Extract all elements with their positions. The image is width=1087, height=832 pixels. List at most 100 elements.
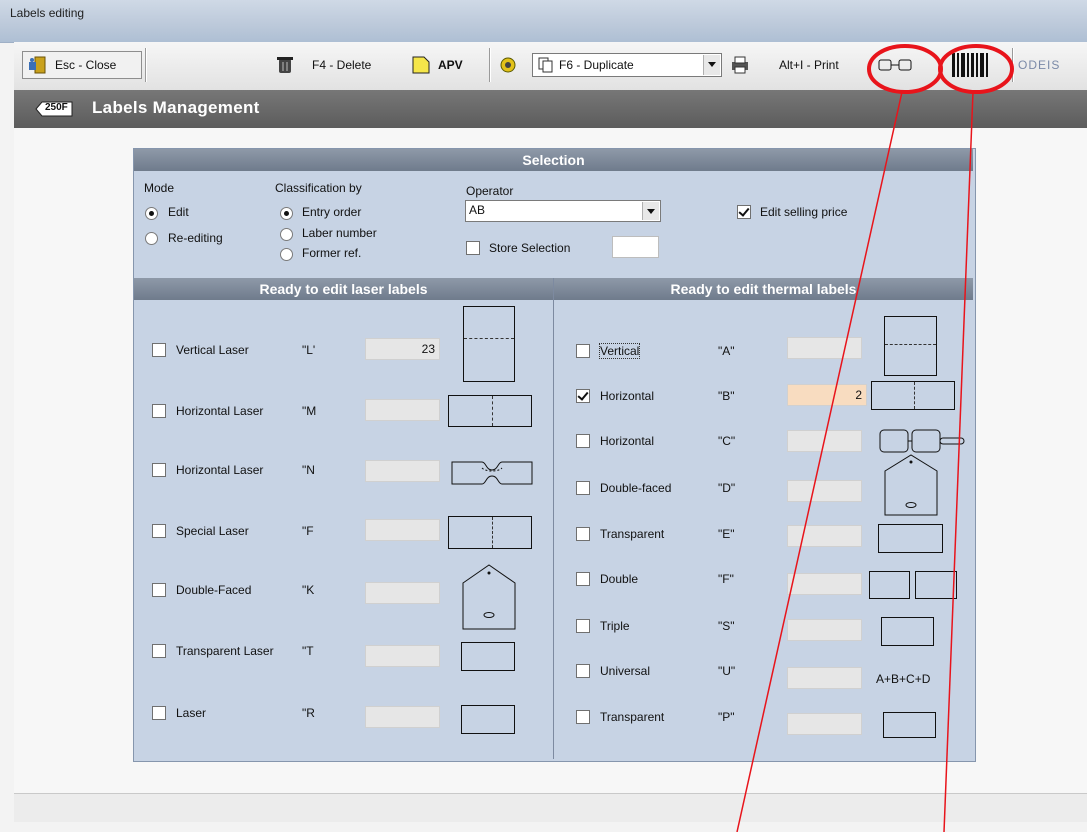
operator-value: AB — [469, 203, 486, 217]
barcode-button[interactable] — [950, 50, 992, 80]
laser-row-code: "F — [302, 524, 314, 538]
tools-button[interactable] — [498, 50, 518, 80]
mode-option-re-editing: Re-editing — [168, 231, 223, 245]
gear-box-icon — [498, 55, 518, 75]
thermal-checkbox[interactable] — [576, 619, 590, 633]
radio-re-editing[interactable] — [145, 232, 158, 245]
radio-former-ref[interactable] — [280, 248, 293, 261]
store-selection-checkbox[interactable] — [466, 241, 480, 255]
thermal-checkbox[interactable] — [576, 664, 590, 678]
duplicate-combo[interactable]: F6 - Duplicate — [532, 53, 722, 77]
laser-checkbox[interactable] — [152, 463, 166, 477]
jewelry-label-icon — [878, 58, 912, 72]
laser-qty-field[interactable] — [365, 460, 440, 482]
thermal-row-label: Horizontal — [600, 389, 655, 403]
laser-checkbox[interactable] — [152, 644, 166, 658]
laser-row-label: Horizontal Laser — [176, 404, 264, 418]
laser-row-code: "T — [302, 644, 314, 658]
edit-selling-price-checkbox[interactable] — [737, 205, 751, 219]
laser-row-label: Double-Faced — [176, 583, 252, 597]
laser-qty-field[interactable] — [365, 582, 440, 604]
thermal-qty-field[interactable] — [787, 619, 862, 641]
radio-laber-number[interactable] — [280, 228, 293, 241]
laser-qty-field[interactable]: 23 — [365, 338, 440, 360]
laser-qty-field[interactable] — [365, 519, 440, 541]
thermal-row-code: "U" — [718, 664, 736, 678]
thermal-row-code: "E" — [718, 527, 735, 541]
copy-icon — [538, 57, 554, 73]
thermal-row-code: "C" — [718, 434, 736, 448]
thermal-row-label: Double-faced — [600, 481, 672, 495]
delete-button[interactable]: F4 - Delete — [276, 50, 371, 80]
thermal-row-code: "S" — [718, 619, 735, 633]
transparent-label-shape — [461, 642, 515, 671]
store-selection-field[interactable] — [612, 236, 659, 258]
laser-qty-field[interactable] — [365, 399, 440, 421]
laser-row-label: Transparent Laser — [176, 644, 274, 658]
laser-checkbox[interactable] — [152, 583, 166, 597]
laser-row-code: "K — [302, 583, 315, 597]
laser-row-label: Vertical Laser — [176, 343, 249, 357]
thermal-row-code: "F" — [718, 572, 734, 586]
laser-checkbox[interactable] — [152, 404, 166, 418]
close-button-label: Esc - Close — [55, 58, 117, 72]
laser-checkbox[interactable] — [152, 343, 166, 357]
thermal-checkbox[interactable] — [576, 481, 590, 495]
thermal-checkbox[interactable] — [576, 710, 590, 724]
class-option-former-ref: Former ref. — [302, 246, 362, 260]
laser-section-header: Ready to edit laser labels — [134, 278, 553, 300]
rect-label-shape — [461, 705, 515, 734]
mode-label: Mode — [144, 181, 175, 195]
radio-edit[interactable] — [145, 207, 158, 220]
thermal-checkbox[interactable] — [576, 389, 590, 403]
operator-select[interactable]: AB — [465, 200, 661, 222]
thermal-qty-field[interactable] — [787, 573, 862, 595]
thermal-checkbox[interactable] — [576, 572, 590, 586]
trash-icon — [276, 55, 294, 75]
close-button[interactable]: Esc - Close — [22, 51, 142, 79]
laser-qty-field[interactable] — [365, 706, 440, 728]
barcode-icon — [950, 51, 992, 79]
laser-checkbox[interactable] — [152, 706, 166, 720]
thermal-checkbox[interactable] — [576, 434, 590, 448]
laser-checkbox[interactable] — [152, 524, 166, 538]
thermal-qty-field[interactable] — [787, 480, 862, 502]
transparent-label-shape — [878, 524, 943, 553]
thermal-row-label: Triple — [600, 619, 630, 633]
window-title: Labels editing — [10, 6, 85, 20]
laser-row-code: "M — [302, 404, 317, 418]
thermal-qty-field[interactable] — [787, 525, 862, 547]
transparent-label-shape — [883, 712, 936, 738]
apv-button[interactable]: APV — [412, 50, 463, 80]
odeis-logo-text: ODEIS — [1018, 58, 1061, 72]
mode-option-edit: Edit — [168, 205, 189, 219]
laser-qty-field[interactable] — [365, 645, 440, 667]
radio-entry-order[interactable] — [280, 207, 293, 220]
print-icon-button[interactable] — [730, 50, 750, 80]
chevron-down-icon[interactable] — [703, 55, 720, 75]
chevron-down-icon[interactable] — [642, 202, 659, 220]
thermal-qty-field[interactable]: 2 — [787, 384, 867, 406]
exit-door-icon — [27, 56, 49, 74]
store-selection-label: Store Selection — [489, 241, 571, 255]
thermal-qty-field[interactable] — [787, 430, 862, 452]
thermal-row-code: "B" — [718, 389, 735, 403]
horizontal-label-shape — [448, 395, 532, 427]
thermal-row-code: "A" — [718, 344, 735, 358]
thermal-checkbox[interactable] — [576, 527, 590, 541]
thermal-checkbox[interactable] — [576, 344, 590, 358]
jewelry-label-button[interactable] — [878, 50, 912, 80]
price-tag-icon: 250F — [34, 100, 74, 118]
printer-icon — [730, 56, 750, 74]
print-button[interactable]: Alt+I - Print — [779, 50, 839, 80]
horizontal-label-shape — [448, 516, 532, 549]
thermal-qty-field[interactable] — [787, 713, 862, 735]
edit-selling-price-label: Edit selling price — [760, 205, 848, 219]
double-faced-tag-shape — [462, 564, 516, 630]
print-button-label: Alt+I - Print — [779, 58, 839, 72]
thermal-qty-field[interactable] — [787, 337, 862, 359]
odeis-logo: ODEIS — [1018, 50, 1060, 80]
laser-row-label: Horizontal Laser — [176, 463, 264, 477]
section-divider — [553, 278, 554, 759]
thermal-qty-field[interactable] — [787, 667, 862, 689]
